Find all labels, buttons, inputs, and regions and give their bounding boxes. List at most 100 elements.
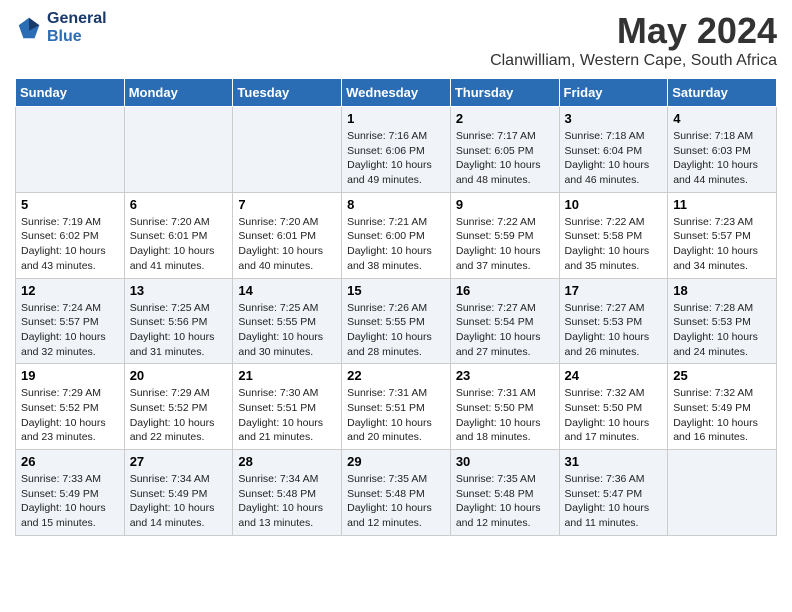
day-number: 22 [347, 368, 445, 383]
day-number: 26 [21, 454, 119, 469]
day-number: 5 [21, 197, 119, 212]
day-info: Sunrise: 7:35 AM Sunset: 5:48 PM Dayligh… [347, 472, 445, 531]
table-row: 11 Sunrise: 7:23 AM Sunset: 5:57 PM Dayli… [668, 192, 777, 278]
day-info: Sunrise: 7:35 AM Sunset: 5:48 PM Dayligh… [456, 472, 554, 531]
col-friday: Friday [559, 79, 668, 107]
table-row: 5Sunrise: 7:19 AM Sunset: 6:02 PM Daylig… [16, 192, 125, 278]
table-row: 20 Sunrise: 7:29 AM Sunset: 5:52 PM Dayli… [124, 364, 233, 450]
table-row: 16 Sunrise: 7:27 AM Sunset: 5:54 PM Dayli… [450, 278, 559, 364]
day-number: 24 [565, 368, 663, 383]
day-number: 31 [565, 454, 663, 469]
day-number: 4 [673, 111, 771, 126]
day-number: 23 [456, 368, 554, 383]
day-info: Sunrise: 7:20 AM Sunset: 6:01 PM Dayligh… [130, 215, 228, 274]
table-row: 14 Sunrise: 7:25 AM Sunset: 5:55 PM Dayli… [233, 278, 342, 364]
day-info: Sunrise: 7:29 AM Sunset: 5:52 PM Dayligh… [130, 386, 228, 445]
table-row: 10 Sunrise: 7:22 AM Sunset: 5:58 PM Dayli… [559, 192, 668, 278]
day-number: 9 [456, 197, 554, 212]
day-number: 12 [21, 283, 119, 298]
day-number: 10 [565, 197, 663, 212]
calendar-week-row: 19 Sunrise: 7:29 AM Sunset: 5:52 PM Dayli… [16, 364, 777, 450]
day-info: Sunrise: 7:32 AM Sunset: 5:50 PM Dayligh… [565, 386, 663, 445]
table-row [233, 107, 342, 193]
day-number: 13 [130, 283, 228, 298]
day-number: 25 [673, 368, 771, 383]
day-info: Sunrise: 7:27 AM Sunset: 5:54 PM Dayligh… [456, 301, 554, 360]
col-tuesday: Tuesday [233, 79, 342, 107]
table-row: 24 Sunrise: 7:32 AM Sunset: 5:50 PM Dayli… [559, 364, 668, 450]
table-row [668, 450, 777, 536]
day-info: Sunrise: 7:18 AM Sunset: 6:03 PM Dayligh… [673, 129, 771, 188]
day-number: 3 [565, 111, 663, 126]
calendar-table: Sunday Monday Tuesday Wednesday Thursday… [15, 78, 777, 536]
col-thursday: Thursday [450, 79, 559, 107]
table-row: 9 Sunrise: 7:22 AM Sunset: 5:59 PM Daylig… [450, 192, 559, 278]
col-sunday: Sunday [16, 79, 125, 107]
table-row: 21 Sunrise: 7:30 AM Sunset: 5:51 PM Dayli… [233, 364, 342, 450]
day-info: Sunrise: 7:21 AM Sunset: 6:00 PM Dayligh… [347, 215, 445, 274]
day-info: Sunrise: 7:34 AM Sunset: 5:49 PM Dayligh… [130, 472, 228, 531]
header-row: Sunday Monday Tuesday Wednesday Thursday… [16, 79, 777, 107]
table-row: 6Sunrise: 7:20 AM Sunset: 6:01 PM Daylig… [124, 192, 233, 278]
col-wednesday: Wednesday [342, 79, 451, 107]
day-number: 21 [238, 368, 336, 383]
table-row: 23 Sunrise: 7:31 AM Sunset: 5:50 PM Dayli… [450, 364, 559, 450]
month-title: May 2024 [490, 10, 777, 52]
table-row: 15Sunrise: 7:26 AM Sunset: 5:55 PM Dayli… [342, 278, 451, 364]
calendar-week-row: 12 Sunrise: 7:24 AM Sunset: 5:57 PM Dayli… [16, 278, 777, 364]
table-row: 27 Sunrise: 7:34 AM Sunset: 5:49 PM Dayli… [124, 450, 233, 536]
table-row: 4 Sunrise: 7:18 AM Sunset: 6:03 PM Daylig… [668, 107, 777, 193]
logo-icon [15, 14, 43, 42]
day-info: Sunrise: 7:18 AM Sunset: 6:04 PM Dayligh… [565, 129, 663, 188]
logo-text: General Blue [47, 10, 107, 45]
title-section: May 2024 Clanwilliam, Western Cape, Sout… [490, 10, 777, 70]
day-info: Sunrise: 7:33 AM Sunset: 5:49 PM Dayligh… [21, 472, 119, 531]
table-row: 28Sunrise: 7:34 AM Sunset: 5:48 PM Dayli… [233, 450, 342, 536]
table-row: 17Sunrise: 7:27 AM Sunset: 5:53 PM Dayli… [559, 278, 668, 364]
day-info: Sunrise: 7:16 AM Sunset: 6:06 PM Dayligh… [347, 129, 445, 188]
day-number: 11 [673, 197, 771, 212]
location-title: Clanwilliam, Western Cape, South Africa [490, 52, 777, 70]
day-info: Sunrise: 7:23 AM Sunset: 5:57 PM Dayligh… [673, 215, 771, 274]
day-info: Sunrise: 7:31 AM Sunset: 5:50 PM Dayligh… [456, 386, 554, 445]
calendar-week-row: 1Sunrise: 7:16 AM Sunset: 6:06 PM Daylig… [16, 107, 777, 193]
table-row: 26 Sunrise: 7:33 AM Sunset: 5:49 PM Dayli… [16, 450, 125, 536]
day-number: 7 [238, 197, 336, 212]
day-number: 20 [130, 368, 228, 383]
table-row: 7Sunrise: 7:20 AM Sunset: 6:01 PM Daylig… [233, 192, 342, 278]
table-row: 13Sunrise: 7:25 AM Sunset: 5:56 PM Dayli… [124, 278, 233, 364]
logo: General Blue [15, 10, 107, 45]
day-info: Sunrise: 7:29 AM Sunset: 5:52 PM Dayligh… [21, 386, 119, 445]
calendar-week-row: 5Sunrise: 7:19 AM Sunset: 6:02 PM Daylig… [16, 192, 777, 278]
day-number: 19 [21, 368, 119, 383]
col-saturday: Saturday [668, 79, 777, 107]
table-row: 19 Sunrise: 7:29 AM Sunset: 5:52 PM Dayli… [16, 364, 125, 450]
day-number: 18 [673, 283, 771, 298]
table-row: 18 Sunrise: 7:28 AM Sunset: 5:53 PM Dayli… [668, 278, 777, 364]
table-row: 12 Sunrise: 7:24 AM Sunset: 5:57 PM Dayli… [16, 278, 125, 364]
day-number: 15 [347, 283, 445, 298]
table-row: 30 Sunrise: 7:35 AM Sunset: 5:48 PM Dayli… [450, 450, 559, 536]
day-number: 14 [238, 283, 336, 298]
table-row: 3 Sunrise: 7:18 AM Sunset: 6:04 PM Daylig… [559, 107, 668, 193]
day-info: Sunrise: 7:30 AM Sunset: 5:51 PM Dayligh… [238, 386, 336, 445]
table-row [16, 107, 125, 193]
day-info: Sunrise: 7:22 AM Sunset: 5:59 PM Dayligh… [456, 215, 554, 274]
day-info: Sunrise: 7:36 AM Sunset: 5:47 PM Dayligh… [565, 472, 663, 531]
day-info: Sunrise: 7:28 AM Sunset: 5:53 PM Dayligh… [673, 301, 771, 360]
day-info: Sunrise: 7:32 AM Sunset: 5:49 PM Dayligh… [673, 386, 771, 445]
day-number: 27 [130, 454, 228, 469]
table-row: 22Sunrise: 7:31 AM Sunset: 5:51 PM Dayli… [342, 364, 451, 450]
day-number: 30 [456, 454, 554, 469]
col-monday: Monday [124, 79, 233, 107]
day-number: 2 [456, 111, 554, 126]
day-number: 16 [456, 283, 554, 298]
day-info: Sunrise: 7:22 AM Sunset: 5:58 PM Dayligh… [565, 215, 663, 274]
table-row: 31 Sunrise: 7:36 AM Sunset: 5:47 PM Dayli… [559, 450, 668, 536]
day-info: Sunrise: 7:24 AM Sunset: 5:57 PM Dayligh… [21, 301, 119, 360]
day-info: Sunrise: 7:34 AM Sunset: 5:48 PM Dayligh… [238, 472, 336, 531]
day-info: Sunrise: 7:27 AM Sunset: 5:53 PM Dayligh… [565, 301, 663, 360]
day-info: Sunrise: 7:25 AM Sunset: 5:55 PM Dayligh… [238, 301, 336, 360]
table-row: 25 Sunrise: 7:32 AM Sunset: 5:49 PM Dayli… [668, 364, 777, 450]
table-row: 2Sunrise: 7:17 AM Sunset: 6:05 PM Daylig… [450, 107, 559, 193]
